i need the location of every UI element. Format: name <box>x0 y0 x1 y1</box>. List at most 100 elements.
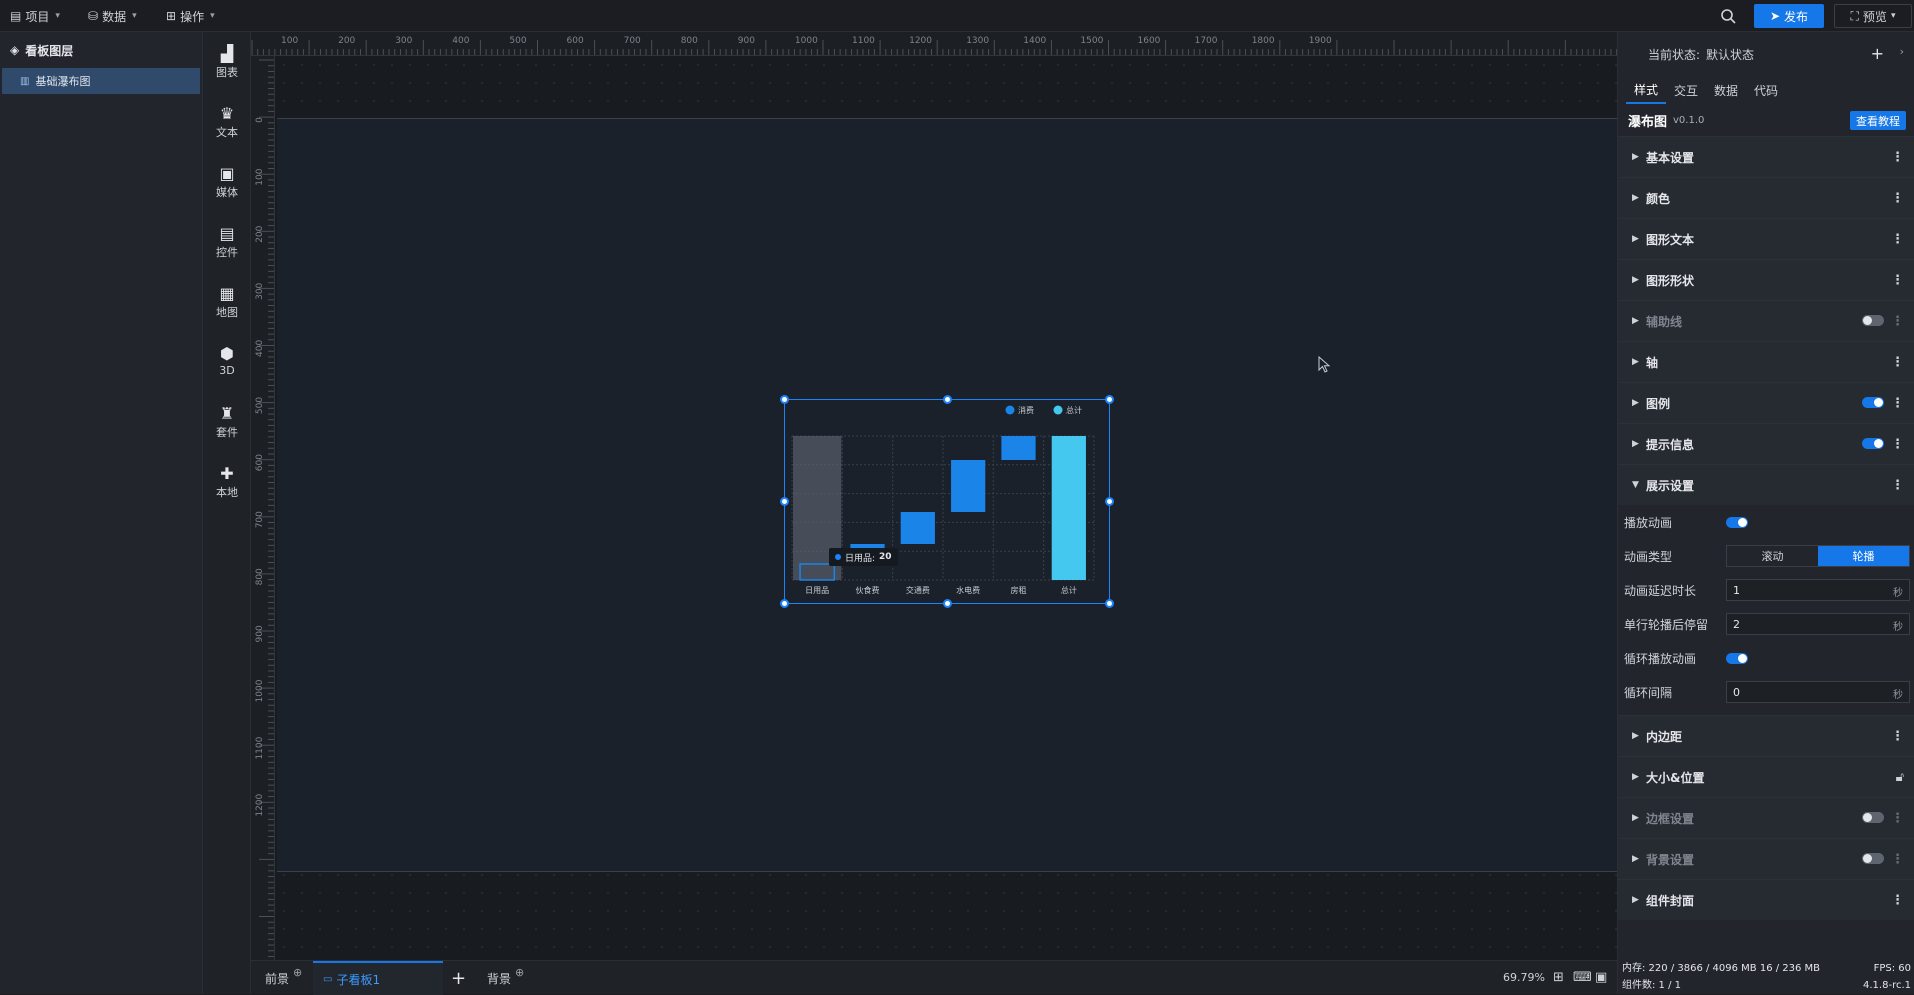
section-tooltip[interactable]: ▶ 提示信息 ⋮ <box>1618 423 1914 464</box>
file-icon: ▤ <box>10 9 22 23</box>
more-icon[interactable]: ⋮ <box>1891 232 1904 247</box>
layer-item[interactable]: ▥ 基础瀑布图 <box>2 68 200 94</box>
loop-anim-toggle[interactable] <box>1726 652 1748 664</box>
resize-handle-l[interactable] <box>780 497 789 506</box>
editor-canvas[interactable]: 日用品 伙食费 交通费 水电费 房租 总计 消费 总计 日用品: 20 <box>275 56 1617 960</box>
resize-handle-r[interactable] <box>1105 497 1114 506</box>
tool-label: 图表 <box>216 66 238 79</box>
resize-handle-bl[interactable] <box>780 599 789 608</box>
menu-data[interactable]: ⛁ 数据 ▾ <box>88 6 137 26</box>
section-size-position[interactable]: ▶ 大小&位置 🔓︎ <box>1618 756 1914 797</box>
section-legend[interactable]: ▶ 图例 ⋮ <box>1618 382 1914 423</box>
tooltip-toggle[interactable] <box>1862 438 1884 449</box>
section-shape[interactable]: ▶ 图形形状 ⋮ <box>1618 259 1914 300</box>
map-icon: ▦ <box>219 284 235 303</box>
tab-sub-board[interactable]: ▭ 子看板1 <box>313 961 443 995</box>
zoom-level[interactable]: 69.79% <box>1503 971 1545 984</box>
tab-background[interactable]: 背景 ⊕ <box>483 961 528 995</box>
anim-delay-input[interactable]: 1 秒 <box>1726 579 1910 601</box>
state-value[interactable]: 默认状态 <box>1706 46 1754 63</box>
section-display[interactable]: ▼ 展示设置 ⋮ <box>1618 464 1914 505</box>
chevron-right-icon[interactable]: › <box>1900 45 1904 58</box>
publish-button[interactable]: ➤ 发布 <box>1754 4 1824 28</box>
fit-screen-icon[interactable]: ⊞ <box>1553 970 1564 985</box>
section-padding[interactable]: ▶ 内边距 ⋮ <box>1618 715 1914 756</box>
tutorial-button[interactable]: 查看教程 <box>1850 111 1906 130</box>
ruler-label: 500 <box>255 397 265 414</box>
ruler-ticks: 0 100 200 300 400 500 600 700 800 900 1000 1100 1200 <box>255 59 274 957</box>
component-count: 组件数: 1 / 1 <box>1622 980 1681 991</box>
component-toolbar: ▟ 图表 ♛ 文本 ▣ 媒体 ▤ 控件 ▦ 地图 ⬢ 3D ♜ 套件 ✚ 本地 <box>203 32 251 994</box>
more-icon[interactable]: ⋮ <box>1891 729 1904 744</box>
resize-handle-tr[interactable] <box>1105 395 1114 404</box>
caret-right-icon: ▶ <box>1632 731 1639 741</box>
tab-style[interactable]: 样式 <box>1626 76 1667 104</box>
search-icon[interactable] <box>1720 8 1736 24</box>
menu-operate[interactable]: ⊞ 操作 ▾ <box>166 6 215 26</box>
menu-data-label: 数据 <box>102 9 127 24</box>
resize-handle-t[interactable] <box>943 395 952 404</box>
tool-kit[interactable]: ♜ 套件 <box>203 398 251 448</box>
section-axis[interactable]: ▶ 轴 ⋮ <box>1618 341 1914 382</box>
tool-map[interactable]: ▦ 地图 <box>203 278 251 328</box>
more-icon[interactable]: ⋮ <box>1891 314 1904 329</box>
tool-local[interactable]: ✚ 本地 <box>203 458 251 508</box>
tab-data[interactable]: 数据 <box>1706 76 1746 104</box>
more-icon[interactable]: ⋮ <box>1891 396 1904 411</box>
lock-icon[interactable]: 🔓︎ <box>1896 770 1904 785</box>
menu-project[interactable]: ▤ 项目 ▾ <box>10 6 60 26</box>
tool-control[interactable]: ▤ 控件 <box>203 218 251 268</box>
more-icon[interactable]: ⋮ <box>1891 811 1904 826</box>
ruler-label: 700 <box>624 36 641 46</box>
anim-type-scroll-option[interactable]: 滚动 <box>1727 546 1818 566</box>
guide-line-toggle[interactable] <box>1862 315 1884 326</box>
more-icon[interactable]: ⋮ <box>1891 191 1904 206</box>
tooltip-value: 20 <box>879 552 892 562</box>
preview-button[interactable]: ⛶ 预览 ▾ <box>1834 4 1912 28</box>
section-color[interactable]: ▶ 颜色 ⋮ <box>1618 177 1914 218</box>
tool-3d[interactable]: ⬢ 3D <box>203 336 251 386</box>
caret-right-icon: ▶ <box>1632 854 1639 864</box>
more-icon[interactable]: ⋮ <box>1891 150 1904 165</box>
more-icon[interactable]: ⋮ <box>1891 852 1904 867</box>
section-basic[interactable]: ▶ 基本设置 ⋮ <box>1618 136 1914 177</box>
tab-interaction[interactable]: 交互 <box>1666 76 1706 104</box>
section-border[interactable]: ▶ 边框设置 ⋮ <box>1618 797 1914 838</box>
waterfall-chart-widget[interactable]: 日用品 伙食费 交通费 水电费 房租 总计 消费 总计 日用品: 20 <box>780 395 1114 608</box>
resize-handle-br[interactable] <box>1105 599 1114 608</box>
tool-text[interactable]: ♛ 文本 <box>203 98 251 148</box>
legend-toggle[interactable] <box>1862 397 1884 408</box>
background-toggle[interactable] <box>1862 853 1884 864</box>
resize-handle-b[interactable] <box>943 599 952 608</box>
add-circle-icon[interactable]: ⊕ <box>515 966 524 979</box>
more-icon[interactable]: ⋮ <box>1891 437 1904 452</box>
ruler-label: 500 <box>509 36 526 46</box>
add-board-button[interactable]: + <box>451 961 466 995</box>
ruler-vertical: 0 100 200 300 400 500 600 700 800 900 1000 1100 1200 <box>251 56 275 960</box>
add-state-icon[interactable]: + <box>1871 44 1884 63</box>
more-icon[interactable]: ⋮ <box>1891 478 1904 493</box>
section-guide-line[interactable]: ▶ 辅助线 ⋮ <box>1618 300 1914 341</box>
more-icon[interactable]: ⋮ <box>1891 355 1904 370</box>
more-icon[interactable]: ⋮ <box>1891 893 1904 908</box>
tab-foreground[interactable]: 前景 ⊕ <box>261 961 306 995</box>
tool-chart[interactable]: ▟ 图表 <box>203 38 251 88</box>
tab-code[interactable]: 代码 <box>1746 76 1786 104</box>
send-icon: ➤ <box>1769 9 1781 23</box>
stay-input[interactable]: 2 秒 <box>1726 613 1910 635</box>
tool-media[interactable]: ▣ 媒体 <box>203 158 251 208</box>
resize-handle-tl[interactable] <box>780 395 789 404</box>
ruler-label: 100 <box>255 168 265 185</box>
section-shape-text[interactable]: ▶ 图形文本 ⋮ <box>1618 218 1914 259</box>
keyboard-icon[interactable]: ⌨ <box>1573 970 1592 985</box>
more-icon[interactable]: ⋮ <box>1891 273 1904 288</box>
border-toggle[interactable] <box>1862 812 1884 823</box>
section-cover[interactable]: ▶ 组件封面 ⋮ <box>1618 879 1914 920</box>
section-background[interactable]: ▶ 背景设置 ⋮ <box>1618 838 1914 879</box>
play-anim-toggle[interactable] <box>1726 516 1748 528</box>
anim-type-carousel-option[interactable]: 轮播 <box>1818 546 1909 566</box>
legend-marker <box>1053 405 1063 415</box>
loop-interval-input[interactable]: 0 秒 <box>1726 681 1910 703</box>
terminal-icon[interactable]: ▣ <box>1595 970 1607 985</box>
add-circle-icon[interactable]: ⊕ <box>293 966 302 979</box>
